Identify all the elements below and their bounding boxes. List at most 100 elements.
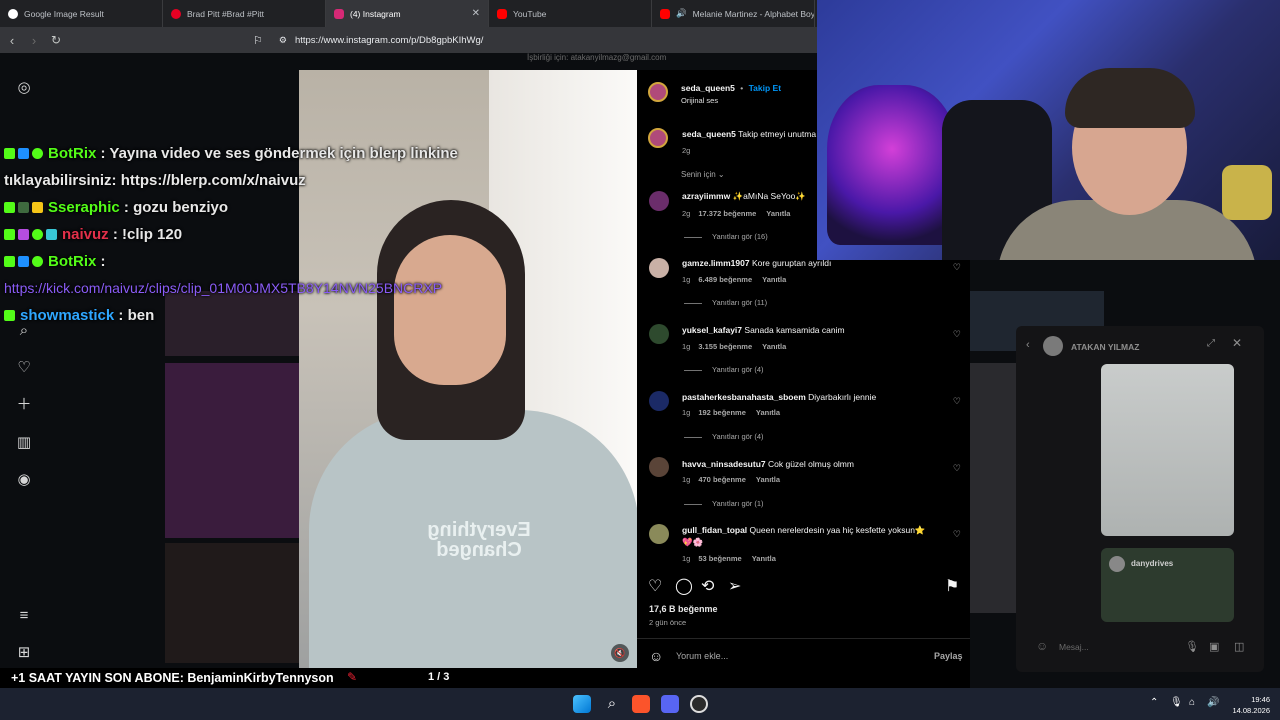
chat-username: BotRix: [48, 145, 97, 162]
background-tile: [970, 363, 1016, 613]
message-input[interactable]: ☺ Mesaj... 🎙 ▣ ◫: [1034, 636, 1252, 660]
comment-avatar[interactable]: [649, 391, 669, 411]
windows-start-icon[interactable]: [573, 695, 591, 713]
view-replies[interactable]: Yanıtları gör (1): [684, 499, 764, 508]
brave-browser-icon[interactable]: [632, 695, 650, 713]
chat-message: showmastick : ben: [4, 302, 474, 329]
emoji-icon[interactable]: ☺: [1036, 639, 1048, 653]
like-comment-icon[interactable]: ♡: [953, 463, 961, 474]
save-icon[interactable]: ⚑: [945, 576, 959, 596]
chat-username: Sseraphic: [48, 199, 120, 216]
author-avatar[interactable]: [648, 82, 668, 102]
clock[interactable]: 19:46 14.08.2026: [1232, 694, 1270, 716]
bookmark-icon[interactable]: ⚐: [253, 34, 263, 47]
image-icon[interactable]: ▣: [1209, 640, 1219, 653]
stats-icon[interactable]: ▥: [14, 433, 34, 453]
like-comment-icon[interactable]: ♡: [953, 529, 961, 540]
author-name[interactable]: seda_queen5: [681, 83, 735, 93]
chat-message: https://kick.com/naivuz/clips/clip_01M00…: [4, 275, 474, 302]
back-icon[interactable]: ‹: [2, 33, 22, 48]
chat-username: showmastick: [20, 307, 115, 324]
comment-input[interactable]: Yorum ekle...: [676, 651, 728, 661]
chat-message: BotRix : Yayına video ve ses göndermek i…: [4, 145, 458, 189]
background-tile: [165, 543, 299, 663]
share-button[interactable]: Paylaş: [934, 651, 963, 661]
back-icon[interactable]: ‹: [1026, 339, 1030, 351]
audio-label[interactable]: Orijinal ses: [681, 96, 718, 105]
instagram-icon[interactable]: ◎: [14, 78, 34, 98]
dm-popup: ‹ ATAKAN YILMAZ ⤢ ✕ danydrives ☺ Mesaj..…: [1016, 326, 1264, 672]
dm-avatar[interactable]: [1043, 336, 1063, 356]
like-icon[interactable]: ♡: [648, 576, 662, 596]
youtube-icon: [660, 8, 670, 19]
comment-avatar[interactable]: [649, 258, 669, 278]
obs-icon[interactable]: [690, 695, 708, 713]
browser-tab-bar: Google Image Result Brad Pitt #Brad #Pit…: [0, 0, 817, 27]
bot-badge-icon: [18, 256, 29, 267]
address-bar[interactable]: ⚐ ⚙ https://www.instagram.com/p/Db8gpbKI…: [253, 30, 817, 50]
kick-badge-icon: [4, 256, 15, 267]
desk-lamp: [1222, 165, 1272, 220]
menu-icon[interactable]: ≡: [14, 606, 34, 626]
close-icon[interactable]: ✕: [1232, 336, 1242, 350]
tab-google-image[interactable]: Google Image Result: [0, 0, 163, 27]
tab-youtube[interactable]: YouTube: [489, 0, 652, 27]
dm-title[interactable]: ATAKAN YILMAZ: [1071, 342, 1139, 352]
heart-icon[interactable]: ♡: [14, 358, 34, 378]
comment-icon[interactable]: ◯: [675, 576, 693, 596]
like-comment-icon[interactable]: ♡: [953, 396, 961, 407]
follow-button[interactable]: Takip Et: [749, 83, 781, 93]
close-tab-icon[interactable]: ✕: [472, 8, 480, 19]
mic-icon[interactable]: 🎙: [1170, 697, 1183, 708]
like-comment-icon[interactable]: ♡: [953, 329, 961, 340]
comment-avatar[interactable]: [649, 324, 669, 344]
tab-instagram[interactable]: (4) Instagram ✕: [326, 0, 489, 27]
chat-link[interactable]: https://kick.com/naivuz/clips/clip_01M00…: [4, 280, 442, 296]
tab-melanie[interactable]: 🔊 Melanie Martinez - Alphabet Boy: [652, 0, 815, 27]
sub-badge-icon: [18, 202, 29, 213]
chat-text: gozu benziyo: [133, 199, 229, 216]
page-counter: 1 / 3: [428, 671, 450, 683]
youtube-icon: [497, 8, 507, 19]
view-replies[interactable]: Yanıtları gör (11): [684, 298, 767, 307]
ghost-caption: İşbirliği için: atakanyilmazg@gmail.com: [527, 53, 667, 62]
repost-icon[interactable]: ⟲: [701, 576, 714, 596]
latest-sub-text: +1 SAAT YAYIN SON ABONE: BenjaminKirbyTe…: [11, 671, 334, 685]
kick-badge-icon: [4, 310, 15, 321]
expand-icon[interactable]: ⤢: [1207, 338, 1215, 349]
plus-icon[interactable]: ＋: [14, 395, 34, 415]
volume-icon[interactable]: 🔊: [1207, 697, 1219, 708]
emoji-icon[interactable]: ☺: [649, 648, 663, 664]
tab-pinterest[interactable]: Brad Pitt #Brad #Pitt: [163, 0, 326, 27]
reload-icon[interactable]: ↻: [46, 33, 66, 47]
forward-icon[interactable]: ›: [24, 33, 44, 48]
view-replies[interactable]: Yanıtları gör (4): [684, 432, 764, 441]
url-text[interactable]: https://www.instagram.com/p/Db8gpbKIhWg/: [295, 35, 484, 46]
share-icon[interactable]: ➢: [728, 576, 741, 596]
shared-reel[interactable]: [1101, 364, 1234, 536]
chevron-up-icon[interactable]: ⌃: [1150, 697, 1158, 708]
like-comment-icon[interactable]: ♡: [953, 262, 961, 273]
search-icon[interactable]: ⌕: [603, 695, 621, 713]
mic-icon[interactable]: 🎙: [1185, 640, 1199, 653]
network-icon[interactable]: ⌂: [1189, 697, 1195, 708]
shared-post[interactable]: danydrives: [1101, 548, 1234, 622]
caption-avatar[interactable]: [648, 128, 668, 148]
comment-avatar[interactable]: [649, 191, 669, 211]
site-info-icon[interactable]: ⚙: [279, 35, 287, 46]
chat-message: BotRix :: [4, 248, 474, 275]
discord-icon[interactable]: [661, 695, 679, 713]
verified-badge-icon: [32, 229, 43, 240]
sticker-icon[interactable]: ◫: [1234, 640, 1244, 653]
apps-icon[interactable]: ⊞: [14, 643, 34, 663]
like-count[interactable]: 17,6 B beğenme: [649, 604, 718, 614]
streamer-hair: [1065, 68, 1195, 128]
chat-username: BotRix: [48, 253, 97, 270]
view-replies[interactable]: Yanıtları gör (4): [684, 365, 764, 374]
view-replies[interactable]: Yanıtları gör (16): [684, 232, 768, 241]
globe-icon[interactable]: ◉: [14, 470, 34, 490]
sort-dropdown[interactable]: Senin için ⌄: [681, 170, 725, 179]
comment-avatar[interactable]: [649, 524, 669, 544]
mute-icon[interactable]: 🔇: [611, 644, 629, 662]
comment-avatar[interactable]: [649, 457, 669, 477]
